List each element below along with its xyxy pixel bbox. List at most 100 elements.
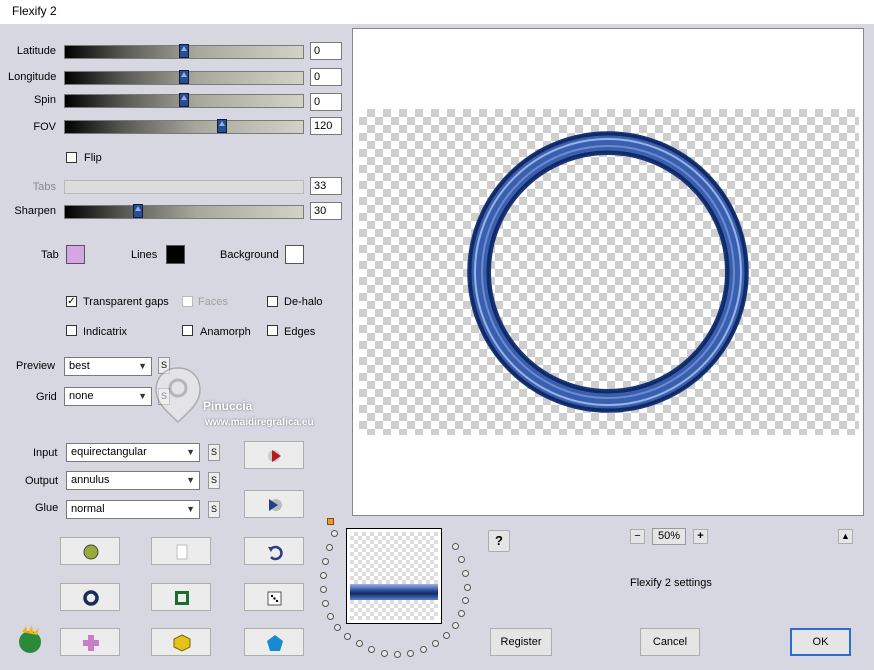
- settings-label: Flexify 2 settings: [630, 577, 712, 589]
- dot-icon: [462, 570, 469, 577]
- grid-label: Grid: [36, 391, 57, 403]
- dot-icon: [320, 572, 327, 579]
- pentagon-button[interactable]: [244, 628, 304, 656]
- ok-button[interactable]: OK: [790, 628, 851, 656]
- zoom-out-button[interactable]: −: [630, 529, 645, 544]
- copy-button[interactable]: [151, 537, 211, 565]
- de-halo-checkbox[interactable]: [267, 296, 278, 307]
- dot-icon: [331, 530, 338, 537]
- cancel-button[interactable]: Cancel: [640, 628, 700, 656]
- dot-icon: [334, 624, 341, 631]
- chevron-up-icon: ▲: [841, 531, 850, 541]
- dot-icon: [452, 622, 459, 629]
- input-s-button[interactable]: S: [208, 444, 220, 461]
- globe-button[interactable]: [60, 537, 120, 565]
- dot-icon: [368, 646, 375, 653]
- preview-select[interactable]: best ▼: [64, 357, 152, 376]
- cube-icon: [173, 634, 191, 652]
- dot-icon: [326, 544, 333, 551]
- glue-s-button[interactable]: S: [208, 501, 220, 518]
- background-color-swatch[interactable]: [285, 245, 304, 264]
- undo-icon: [268, 545, 283, 561]
- register-button[interactable]: Register: [490, 628, 552, 656]
- undo-button[interactable]: [244, 537, 304, 565]
- dot-icon: [452, 543, 459, 550]
- collapse-button[interactable]: ▲: [838, 529, 853, 544]
- sharpen-label: Sharpen: [14, 205, 56, 217]
- flip-checkbox[interactable]: [66, 152, 77, 163]
- output-label: Output: [25, 475, 59, 487]
- dot-icon: [462, 597, 469, 604]
- indicatrix-label: Indicatrix: [83, 326, 128, 338]
- frame-button[interactable]: [151, 583, 211, 611]
- dice-icon: [267, 591, 282, 606]
- dot-icon: [381, 650, 388, 657]
- longitude-input[interactable]: 0: [310, 68, 342, 86]
- glue-select[interactable]: normal ▼: [66, 500, 200, 519]
- tabs-label: Tabs: [32, 181, 56, 193]
- ring-button[interactable]: [60, 583, 120, 611]
- edges-checkbox[interactable]: [267, 325, 278, 336]
- annulus-ring-image: [467, 131, 749, 413]
- dot-icon: [443, 632, 450, 639]
- grid-select-value: none: [69, 390, 94, 402]
- faces-label: Faces: [198, 296, 228, 308]
- sharpen-input[interactable]: 30: [310, 202, 342, 220]
- latitude-slider[interactable]: [64, 44, 304, 59]
- watermark-name: Pinuccia: [203, 399, 253, 413]
- random-button[interactable]: [244, 583, 304, 611]
- watermark-logo: [150, 364, 206, 424]
- cube-button[interactable]: [151, 628, 211, 656]
- tab-color-label: Tab: [41, 249, 59, 261]
- glue-select-value: normal: [71, 503, 105, 515]
- output-select[interactable]: annulus ▼: [66, 471, 200, 490]
- dot-icon: [356, 640, 363, 647]
- spin-input[interactable]: 0: [310, 93, 342, 111]
- chevron-down-icon: ▼: [186, 475, 195, 485]
- ring-icon: [83, 590, 99, 606]
- faces-checkbox: [182, 296, 193, 307]
- tab-color-swatch[interactable]: [66, 245, 85, 264]
- play-forward-button[interactable]: [244, 441, 304, 469]
- thumbnail-checker: [350, 532, 438, 620]
- lines-color-label: Lines: [131, 249, 158, 261]
- zoom-level: 50%: [652, 528, 686, 545]
- play-reverse-button[interactable]: [244, 490, 304, 518]
- watermark-site: www.maidiregrafica.eu: [205, 417, 314, 428]
- longitude-slider[interactable]: [64, 70, 304, 85]
- tabs-input[interactable]: 33: [310, 177, 342, 195]
- spin-slider-thumb[interactable]: [179, 93, 189, 107]
- globe-icon: [83, 544, 99, 560]
- thumbnail-band: [350, 584, 438, 600]
- chevron-down-icon: ▼: [138, 391, 147, 401]
- input-select[interactable]: equirectangular ▼: [66, 443, 200, 462]
- longitude-slider-thumb[interactable]: [179, 70, 189, 84]
- background-color-label: Background: [220, 249, 279, 261]
- grid-select[interactable]: none ▼: [64, 387, 152, 406]
- cross-button[interactable]: [60, 628, 120, 656]
- latitude-input[interactable]: 0: [310, 42, 342, 60]
- spin-label: Spin: [33, 94, 56, 106]
- dot-icon: [322, 558, 329, 565]
- anamorph-label: Anamorph: [200, 326, 251, 338]
- fov-slider-thumb[interactable]: [217, 119, 227, 133]
- output-s-button[interactable]: S: [208, 472, 220, 489]
- lines-color-swatch[interactable]: [166, 245, 185, 264]
- dot-icon: [344, 633, 351, 640]
- transparent-gaps-checkbox[interactable]: ✓: [66, 296, 77, 307]
- spin-slider[interactable]: [64, 93, 304, 108]
- fov-slider[interactable]: [64, 119, 304, 134]
- indicatrix-checkbox[interactable]: [66, 325, 77, 336]
- dot-icon: [464, 584, 471, 591]
- sharpen-slider[interactable]: [64, 204, 304, 219]
- zoom-in-button[interactable]: +: [693, 529, 708, 544]
- thumb-marker-icon: [327, 518, 334, 525]
- fov-input[interactable]: 120: [310, 117, 342, 135]
- help-button[interactable]: ?: [488, 530, 510, 552]
- preview-label: Preview: [16, 360, 56, 372]
- main-preview[interactable]: [352, 28, 864, 516]
- anamorph-checkbox[interactable]: [182, 325, 193, 336]
- sharpen-slider-thumb[interactable]: [133, 204, 143, 218]
- latitude-slider-thumb[interactable]: [179, 44, 189, 58]
- preview-select-value: best: [69, 360, 90, 372]
